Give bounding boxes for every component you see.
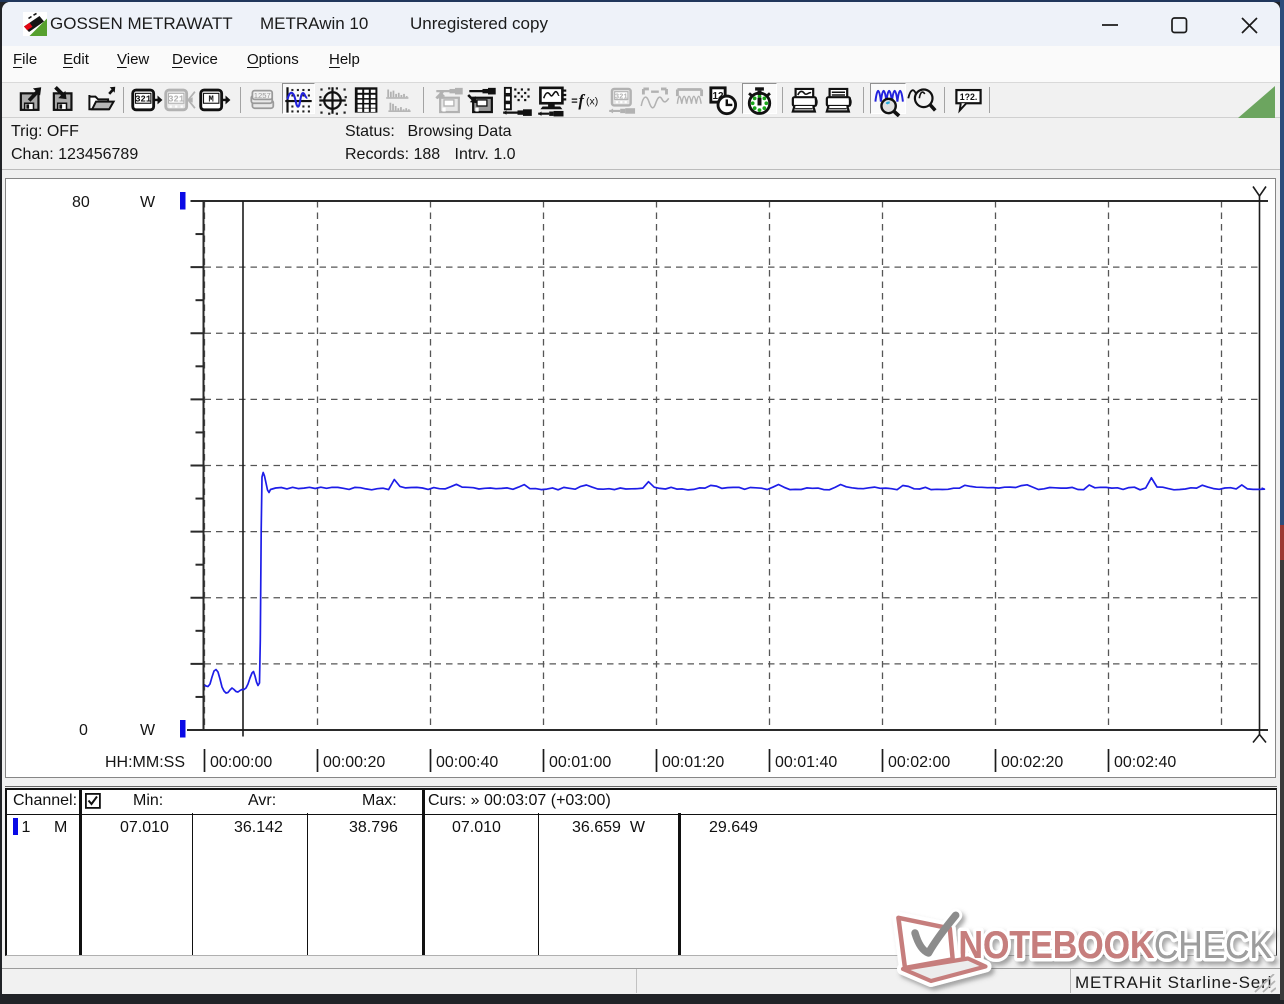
svg-text:NOTEBOOK: NOTEBOOK [959,924,1155,967]
svg-text:CHECK: CHECK [1154,924,1272,967]
